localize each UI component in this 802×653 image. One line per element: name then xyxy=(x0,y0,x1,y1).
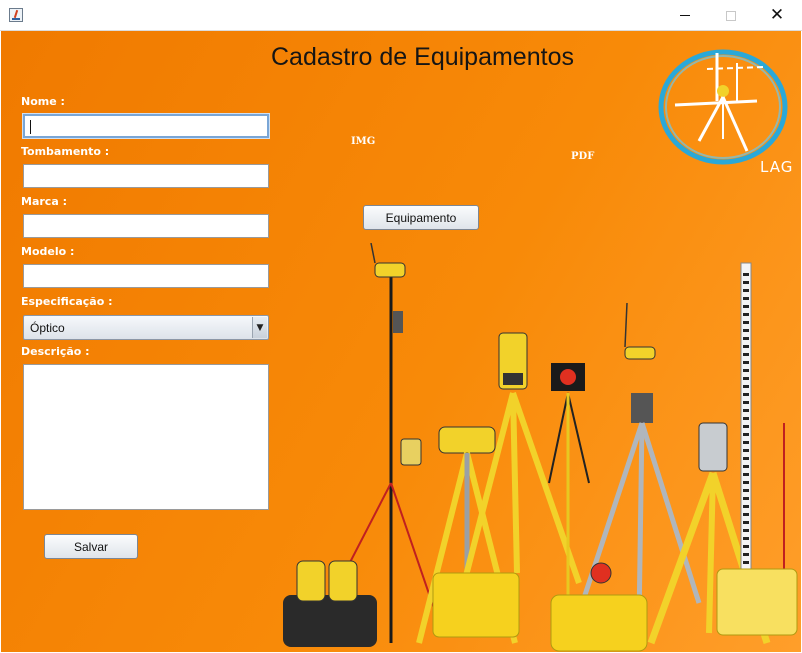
pdf-label: PDF xyxy=(571,151,595,162)
dropdown-button[interactable]: ▼ xyxy=(252,317,267,338)
especificacao-selected-value: Óptico xyxy=(30,321,65,335)
minimize-button[interactable] xyxy=(662,0,708,31)
chevron-down-icon: ▼ xyxy=(256,322,264,333)
descricao-textarea[interactable] xyxy=(23,364,269,510)
tombamento-input[interactable] xyxy=(23,164,269,188)
java-app-icon xyxy=(9,8,23,22)
marca-input[interactable] xyxy=(23,214,269,238)
surveying-equipment-illustration xyxy=(283,243,798,652)
page-title: Cadastro de Equipamentos xyxy=(271,43,574,71)
especificacao-select[interactable]: Óptico ▼ xyxy=(23,315,269,340)
nome-label: Nome : xyxy=(21,95,65,108)
nome-input[interactable] xyxy=(23,114,269,138)
window-title-bar: ✕ xyxy=(0,0,802,31)
marca-label: Marca : xyxy=(21,195,67,208)
lag-logo-text: LAG xyxy=(760,158,794,176)
close-icon: ✕ xyxy=(769,5,785,25)
maximize-button[interactable] xyxy=(708,0,754,31)
especificacao-label: Especificação : xyxy=(21,295,113,308)
main-panel: Cadastro de Equipamentos Nome : Tombamen… xyxy=(1,31,801,652)
tombamento-label: Tombamento : xyxy=(21,145,110,158)
close-button[interactable]: ✕ xyxy=(754,0,800,31)
minimize-icon xyxy=(680,15,690,16)
text-caret xyxy=(30,120,31,134)
salvar-button[interactable]: Salvar xyxy=(44,534,138,559)
maximize-icon xyxy=(726,10,736,21)
descricao-label: Descrição : xyxy=(21,345,90,358)
modelo-label: Modelo : xyxy=(21,245,75,258)
modelo-input[interactable] xyxy=(23,264,269,288)
equipamento-button[interactable]: Equipamento xyxy=(363,205,479,230)
img-label: IMG xyxy=(351,136,376,147)
